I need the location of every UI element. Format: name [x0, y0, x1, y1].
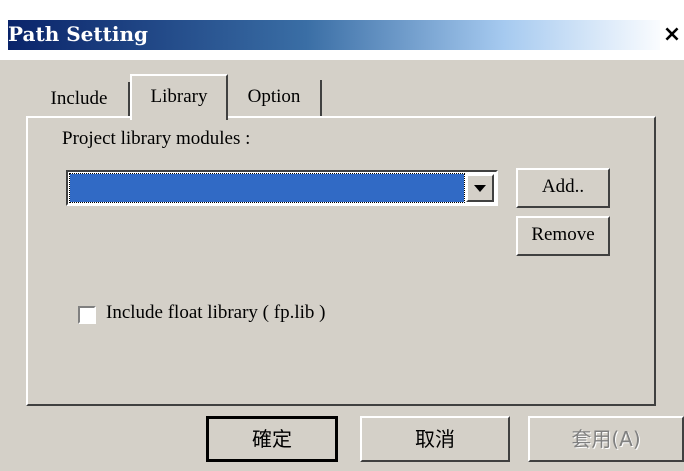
title-gradient: Path Setting — [8, 20, 670, 50]
add-button[interactable]: Add.. — [516, 168, 610, 208]
project-library-modules-label: Project library modules : — [62, 128, 251, 149]
apply-button[interactable]: 套用(A) — [528, 416, 684, 462]
title-bar: Path Setting × — [0, 0, 684, 60]
remove-button[interactable]: Remove — [516, 216, 610, 256]
dropdown-selection — [69, 173, 465, 203]
tab-option[interactable]: Option — [228, 80, 322, 116]
include-float-library-label[interactable]: Include float library ( fp.lib ) — [106, 302, 325, 324]
ok-button[interactable]: 確定 — [206, 416, 338, 462]
cancel-button[interactable]: 取消 — [360, 416, 510, 462]
window-title: Path Setting — [8, 22, 148, 46]
tab-include[interactable]: Include — [30, 82, 130, 116]
close-icon[interactable]: × — [660, 20, 684, 50]
chevron-down-icon[interactable] — [466, 174, 494, 202]
include-float-library-checkbox[interactable] — [78, 306, 96, 324]
tab-library[interactable]: Library — [130, 74, 228, 120]
library-tab-panel — [26, 116, 656, 406]
path-setting-dialog: Path Setting × Include Library Option Pr… — [0, 0, 684, 471]
library-modules-dropdown[interactable] — [66, 170, 498, 206]
